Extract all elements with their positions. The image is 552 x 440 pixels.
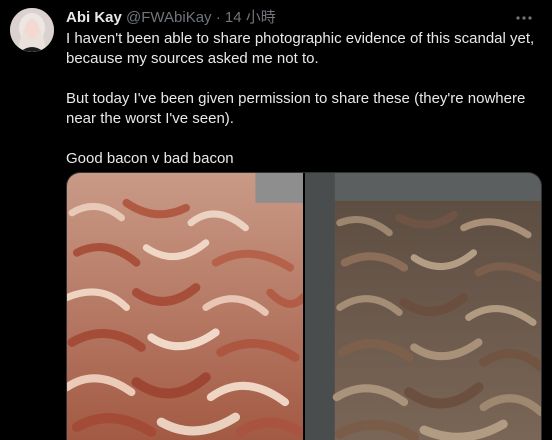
tweet-media[interactable] <box>66 172 542 440</box>
avatar[interactable] <box>10 8 54 52</box>
separator-dot: · <box>215 9 221 26</box>
tweet-header: Abi Kay @FWAbiKay · 14 小時 <box>66 8 276 28</box>
author-handle[interactable]: @FWAbiKay <box>126 9 212 26</box>
good-bacon-photo[interactable] <box>67 173 303 440</box>
tweet-paragraph-2: But today I've been given permission to … <box>66 90 526 127</box>
author-display-name[interactable]: Abi Kay <box>66 9 122 26</box>
tweet: Abi Kay @FWAbiKay · 14 小時 I haven't been… <box>0 0 552 440</box>
tweet-paragraph-3: Good bacon v bad bacon <box>66 150 234 167</box>
tweet-timestamp[interactable]: 14 小時 <box>225 9 276 26</box>
tweet-paragraph-1: I haven't been able to share photographi… <box>66 30 535 67</box>
bad-bacon-photo[interactable] <box>303 173 541 440</box>
more-horizontal-icon[interactable] <box>514 8 534 28</box>
tweet-text: I haven't been able to share photographi… <box>66 29 536 169</box>
